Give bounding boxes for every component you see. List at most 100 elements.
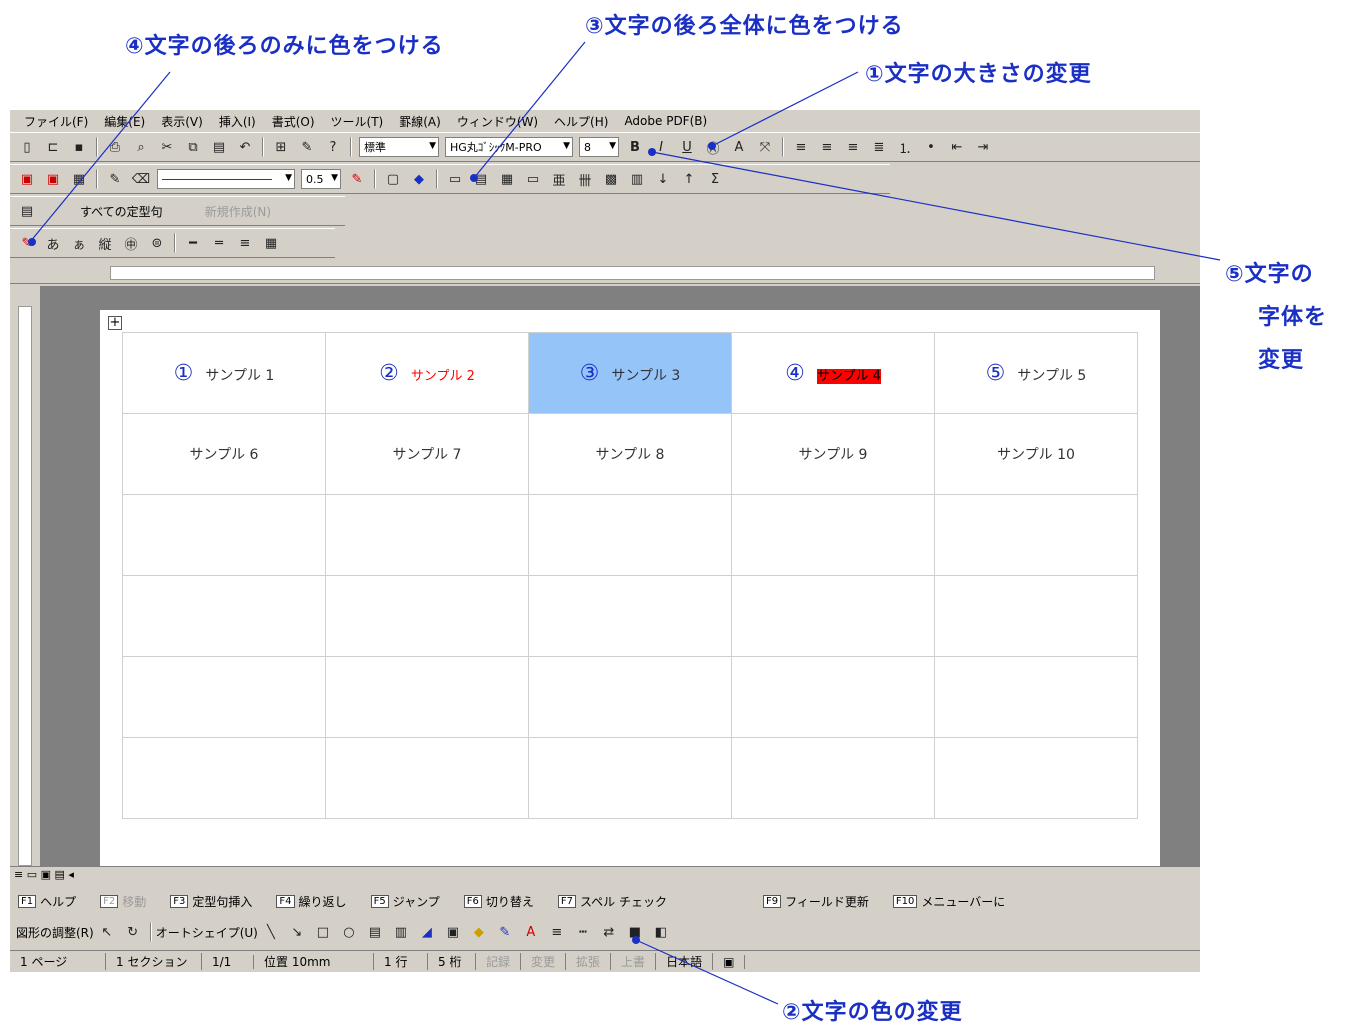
menu-table[interactable]: 罫線(A)	[391, 113, 449, 130]
print-preview-icon[interactable]: ⌕	[130, 136, 152, 158]
vertical-text-icon[interactable]: 縦	[94, 232, 116, 254]
sort-ascending-icon[interactable]: ↓	[652, 168, 674, 190]
table-cell[interactable]: ① サンプル 1	[122, 332, 326, 414]
sort-descending-icon[interactable]: ↑	[678, 168, 700, 190]
view-buttons-icon[interactable]: ≡ ▭ ▣ ▤ ◂	[14, 868, 74, 881]
rectangle-icon[interactable]: □	[312, 921, 334, 943]
paste-icon[interactable]: ▤	[208, 136, 230, 158]
wordart-icon[interactable]: ◢	[416, 921, 438, 943]
cut-icon[interactable]: ✂	[156, 136, 178, 158]
highlight-icon[interactable]: ✎	[16, 232, 38, 254]
table-move-handle-icon[interactable]: +	[108, 316, 122, 330]
split-cells-icon[interactable]: ▦	[496, 168, 518, 190]
shadow-icon[interactable]: ■	[624, 921, 646, 943]
double-line-icon[interactable]: ═	[208, 232, 230, 254]
free-rotate-icon[interactable]: ↻	[122, 921, 144, 943]
table-cell-shaded[interactable]: ③ サンプル 3	[528, 332, 732, 414]
text-direction-icon[interactable]: ▥	[626, 168, 648, 190]
table-cell[interactable]: ② サンプル 2	[325, 332, 529, 414]
align-right-icon[interactable]: ≡	[842, 136, 864, 158]
table-cell[interactable]	[731, 575, 935, 657]
char-shading-icon[interactable]: A	[728, 136, 750, 158]
increase-indent-icon[interactable]: ⇥	[972, 136, 994, 158]
bold-icon[interactable]: B	[624, 136, 646, 158]
save-icon[interactable]: ▪	[68, 136, 90, 158]
fkey-f2[interactable]: F2 移動	[100, 893, 146, 910]
style-select[interactable]: 標準 ▼	[359, 137, 439, 157]
table-cell[interactable]	[934, 575, 1138, 657]
menu-tools[interactable]: ツール(T)	[323, 113, 392, 130]
table-cell[interactable]	[528, 737, 732, 819]
print-icon[interactable]: ⎙	[104, 136, 126, 158]
table-cell[interactable]: サンプル 7	[325, 413, 529, 495]
undo-icon[interactable]: ↶	[234, 136, 256, 158]
line-icon[interactable]: ╲	[260, 921, 282, 943]
pencil-icon[interactable]: ✎	[104, 168, 126, 190]
merge-cells-icon[interactable]: ▤	[470, 168, 492, 190]
distribute-rows-icon[interactable]: 亜	[548, 168, 570, 190]
circled-char-icon[interactable]: ⊜	[146, 232, 168, 254]
table-cell[interactable]	[934, 494, 1138, 576]
table-cell[interactable]	[122, 494, 326, 576]
table-cell[interactable]	[731, 494, 935, 576]
columns-icon[interactable]: ▦	[260, 232, 282, 254]
table-cell[interactable]: ⑤ サンプル 5	[934, 332, 1138, 414]
table-icon[interactable]: ⊞	[270, 136, 292, 158]
vertical-textbox-icon[interactable]: ▥	[390, 921, 412, 943]
table-cell[interactable]	[731, 656, 935, 738]
autoshape-menu[interactable]: オートシェイプ(U)	[156, 924, 258, 941]
fkey-f5[interactable]: F5 ジャンプ	[370, 893, 440, 910]
menu-insert[interactable]: 挿入(I)	[211, 113, 264, 130]
table-autoformat-icon[interactable]: ▩	[600, 168, 622, 190]
draw-menu[interactable]: 図形の調整(R)	[16, 924, 94, 941]
menu-adobe-pdf[interactable]: Adobe PDF(B)	[616, 114, 715, 128]
font-color-icon[interactable]: A	[520, 921, 542, 943]
horizontal-scrollbar[interactable]: ≡ ▭ ▣ ▤ ◂	[10, 866, 1200, 884]
bullets-icon[interactable]: •	[920, 136, 942, 158]
line-style-icon[interactable]: ≡	[546, 921, 568, 943]
fkey-f10[interactable]: F10 メニューバーに	[892, 893, 1005, 910]
select-objects-icon[interactable]: ↖	[96, 921, 118, 943]
menu-file[interactable]: ファイル(F)	[16, 113, 96, 130]
menu-edit[interactable]: 編集(E)	[96, 113, 153, 130]
line-style-select[interactable]: ▼	[157, 169, 295, 189]
oval-icon[interactable]: ○	[338, 921, 360, 943]
fkey-f9[interactable]: F9 フィールド更新	[762, 893, 869, 910]
dash-style-icon[interactable]: ┅	[572, 921, 594, 943]
table-cell[interactable]: サンプル 10	[934, 413, 1138, 495]
enclose-char-icon[interactable]: ㊥	[120, 232, 142, 254]
table-cell[interactable]: サンプル 6	[122, 413, 326, 495]
autosum-icon[interactable]: Σ	[704, 168, 726, 190]
status-ext[interactable]: 拡張	[566, 953, 612, 970]
pdf-review-icon[interactable]: ▦	[68, 168, 90, 190]
arrow-icon[interactable]: ↘	[286, 921, 308, 943]
border-color-icon[interactable]: ✎	[346, 168, 368, 190]
pdf-icon[interactable]: ▣	[16, 168, 38, 190]
fkey-f1[interactable]: F1 ヘルプ	[18, 893, 76, 910]
table-cell[interactable]	[934, 737, 1138, 819]
fkey-f4[interactable]: F4 繰り返し	[276, 893, 347, 910]
outside-border-icon[interactable]: ▢	[382, 168, 404, 190]
arrow-style-icon[interactable]: ⇄	[598, 921, 620, 943]
spelling-status-icon[interactable]: ▣	[713, 954, 746, 969]
insert-table-icon[interactable]: ▭	[444, 168, 466, 190]
status-rec[interactable]: 記録	[476, 953, 522, 970]
document-page[interactable]: + ① サンプル 1 ② サンプル 2 ③ サンプル 3 ④ サンプル 4 ⑤ サンプル …	[100, 310, 1160, 870]
new-phrase-button[interactable]: 新規作成(N)	[205, 203, 271, 220]
table-cell[interactable]	[528, 494, 732, 576]
status-trk[interactable]: 変更	[521, 953, 567, 970]
distribute-cols-icon[interactable]: 卌	[574, 168, 596, 190]
table-cell[interactable]	[325, 656, 529, 738]
italic-icon[interactable]: I	[650, 136, 672, 158]
table-cell[interactable]	[122, 656, 326, 738]
table-cell[interactable]	[325, 575, 529, 657]
clipart-icon[interactable]: ▣	[442, 921, 464, 943]
table-cell[interactable]	[934, 656, 1138, 738]
status-ovr[interactable]: 上書	[611, 953, 657, 970]
menu-window[interactable]: ウィンドウ(W)	[449, 113, 546, 130]
decrease-indent-icon[interactable]: ⇤	[946, 136, 968, 158]
menu-help[interactable]: ヘルプ(H)	[546, 113, 616, 130]
shading-color-icon[interactable]: ◆	[408, 168, 430, 190]
font-select[interactable]: HG丸ｺﾞｼｯｸM-PRO ▼	[445, 137, 573, 157]
3d-icon[interactable]: ◧	[650, 921, 672, 943]
